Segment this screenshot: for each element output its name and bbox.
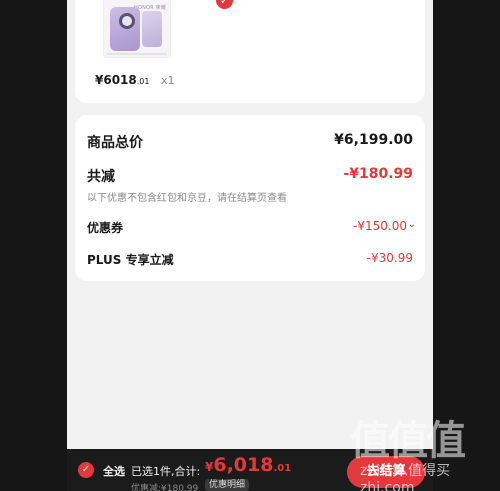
bottom-discount-text: 优惠减:¥180.99 bbox=[131, 484, 199, 491]
select-all-label[interactable]: 全选 bbox=[103, 463, 125, 479]
watermark-url: zhi什么值得买zhi.com bbox=[360, 463, 451, 491]
camera-module bbox=[119, 13, 135, 29]
thumbnail-caption-bar bbox=[107, 53, 167, 55]
item-selected-check-icon[interactable]: ✓ bbox=[216, 0, 233, 9]
product-card[interactable]: HONOR 荣耀 ✓ ¥6018.01 x1 bbox=[75, 0, 425, 103]
discount-label: 共减 bbox=[87, 169, 115, 185]
product-thumbnail[interactable]: HONOR 荣耀 bbox=[103, 0, 171, 58]
product-price-decimal: .01 bbox=[136, 77, 150, 86]
select-all-check-icon[interactable]: ✓ bbox=[78, 462, 94, 478]
plus-discount-label: PLUS 专享立减 bbox=[87, 253, 174, 267]
price-summary-card: 商品总价 ¥6,199.00 共减 -¥180.99 以下优惠不包含红包和京豆，… bbox=[75, 115, 425, 281]
discount-note: 以下优惠不包含红包和京豆，请在结算页查看 bbox=[87, 193, 287, 204]
product-quantity: x1 bbox=[161, 74, 175, 87]
phone-back-image bbox=[142, 11, 162, 47]
chevron-down-icon[interactable]: ⌄ bbox=[408, 219, 416, 230]
plus-discount-value: -¥30.99 bbox=[366, 251, 413, 265]
discount-detail-button[interactable]: 优惠明细 bbox=[205, 479, 250, 491]
grand-total-main: 6,018 bbox=[213, 454, 274, 476]
coupon-value: -¥150.00 bbox=[353, 219, 407, 233]
grand-total-decimal: .01 bbox=[273, 463, 292, 474]
selected-count-text: 已选1件,合计: bbox=[131, 465, 201, 478]
total-price-value: ¥6,199.00 bbox=[334, 132, 413, 148]
watermark-logo: 值值值 bbox=[350, 418, 466, 464]
grand-total: ¥6,018.01 bbox=[205, 454, 291, 476]
total-price-label: 商品总价 bbox=[87, 135, 143, 151]
coupon-label: 优惠券 bbox=[87, 221, 124, 235]
discount-value: -¥180.99 bbox=[343, 166, 413, 182]
product-price-main: ¥6018 bbox=[95, 73, 137, 87]
phone-image bbox=[110, 7, 140, 51]
product-price: ¥6018.01 bbox=[95, 73, 149, 87]
